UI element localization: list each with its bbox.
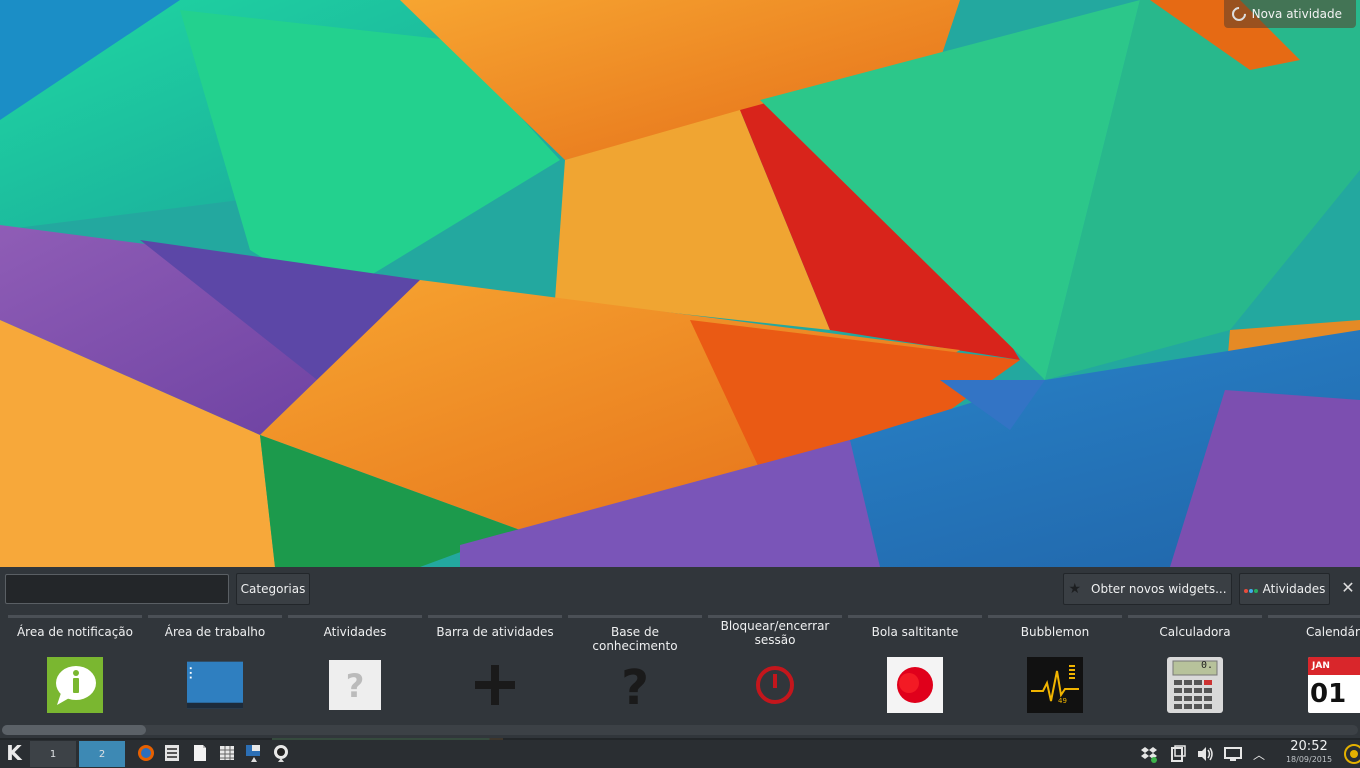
- calendar-month: JAN: [1312, 661, 1330, 671]
- get-new-widgets-button[interactable]: ★ Obter novos widgets...: [1063, 573, 1232, 605]
- archive-icon: [165, 745, 179, 761]
- activities-icon: ?: [327, 657, 383, 713]
- svg-text:?: ?: [621, 660, 649, 710]
- svg-text:?: ?: [346, 667, 365, 705]
- widget-item-activity-bar[interactable]: Barra de atividades: [428, 615, 562, 723]
- star-icon: ★: [1068, 581, 1082, 597]
- power-icon: [747, 657, 803, 713]
- widget-name: Bloquear/encerrar sessão: [720, 619, 830, 647]
- widget-name: Área de trabalho: [164, 625, 266, 639]
- activities-dots-icon: [1243, 582, 1259, 596]
- screenshot-icon: [246, 745, 260, 762]
- volume-icon[interactable]: [1196, 745, 1214, 763]
- widget-item-lock-logout[interactable]: Bloquear/encerrar sessão: [708, 615, 842, 723]
- widget-explorer: Categorias ★ Obter novos widgets... Ativ…: [0, 567, 1360, 738]
- widget-list-scrollbar[interactable]: [2, 725, 1358, 735]
- widget-list: Área de notificação Área de trabalho Ati…: [0, 615, 1360, 723]
- digital-clock[interactable]: 20:52 18/09/2015: [1278, 739, 1340, 765]
- widget-item-calendar[interactable]: Calendário JAN 01: [1268, 615, 1360, 723]
- widget-item-knowledge-base[interactable]: Base de conhecimento ?: [568, 615, 702, 723]
- chevron-up-icon[interactable]: ︿: [1252, 746, 1266, 763]
- task-screenshot-tool[interactable]: [245, 744, 263, 762]
- widget-name: Calendário: [1306, 625, 1360, 639]
- close-explorer-button[interactable]: ✕: [1339, 579, 1357, 597]
- new-activity-button[interactable]: Nova atividade: [1223, 0, 1356, 28]
- wallpaper-art: [0, 0, 1360, 567]
- desktop-number: 1: [49, 748, 57, 760]
- calendar-day: 01: [1310, 679, 1347, 709]
- widget-name: Área de notificação: [16, 625, 134, 639]
- widget-item-desktop[interactable]: Área de trabalho: [148, 615, 282, 723]
- activity-spinner-icon: [1228, 4, 1249, 24]
- firefox-icon: [138, 745, 154, 761]
- new-activity-label: Nova atividade: [1251, 7, 1342, 21]
- dropbox-icon[interactable]: [1140, 745, 1158, 763]
- question-icon: ?: [607, 657, 663, 713]
- calculator-icon: 0.: [1167, 657, 1223, 713]
- task-spreadsheet[interactable]: [218, 744, 236, 762]
- ball-icon: [887, 657, 943, 713]
- kde-logo-icon: K: [6, 741, 22, 765]
- widget-name: Barra de atividades: [436, 625, 554, 639]
- document-icon: [194, 745, 206, 761]
- cashew-icon[interactable]: [1340, 742, 1360, 766]
- task-archiver[interactable]: [163, 744, 181, 762]
- system-tray: ︿: [1140, 742, 1266, 766]
- get-widgets-label: Obter novos widgets...: [1091, 582, 1227, 596]
- pager-desktop-2[interactable]: 2: [79, 741, 125, 767]
- desktop-number: 2: [98, 748, 106, 760]
- camera-icon: [274, 745, 288, 762]
- clock-date: 18/09/2015: [1285, 755, 1333, 764]
- widget-name: Calculadora: [1159, 625, 1231, 639]
- clock-time: 20:52: [1290, 739, 1328, 754]
- desktop-icon: [187, 657, 243, 713]
- plus-icon: [467, 657, 523, 713]
- notification-icon: [47, 657, 103, 713]
- heartbeat-icon: 49: [1027, 657, 1083, 713]
- desktop-wallpaper: [0, 0, 1360, 567]
- widget-name: Bubblemon: [1020, 625, 1090, 639]
- widget-item-bouncing-ball[interactable]: Bola saltitante: [848, 615, 982, 723]
- categories-button[interactable]: Categorias: [236, 573, 310, 605]
- widget-item-notification-area[interactable]: Área de notificação: [8, 615, 142, 723]
- widget-name: Bola saltitante: [871, 625, 959, 639]
- activities-button[interactable]: Atividades: [1239, 573, 1330, 605]
- taskbar-top-border: [0, 738, 1360, 740]
- widget-name: Atividades: [323, 625, 387, 639]
- calendar-icon: JAN 01: [1308, 657, 1360, 713]
- widget-item-activities[interactable]: Atividades ?: [288, 615, 422, 723]
- task-camera[interactable]: [272, 744, 290, 762]
- widget-name: Base de conhecimento: [592, 625, 678, 653]
- device-notifier-icon[interactable]: [1168, 745, 1186, 763]
- activities-label: Atividades: [1262, 582, 1326, 596]
- widget-search-input[interactable]: [5, 574, 229, 604]
- network-icon[interactable]: [1224, 745, 1242, 763]
- application-launcher-button[interactable]: K: [2, 741, 26, 765]
- calculator-display: 0.: [1201, 660, 1214, 671]
- scrollbar-thumb[interactable]: [2, 725, 146, 735]
- task-text-editor[interactable]: [191, 744, 209, 762]
- pager-desktop-1[interactable]: 1: [30, 741, 76, 767]
- bubblemon-value: 49: [1058, 697, 1067, 705]
- categories-label: Categorias: [240, 582, 306, 596]
- taskbar: K 1 2 ︿ 20:52 18/09/2015: [0, 738, 1360, 768]
- widget-item-calculator[interactable]: Calculadora 0.: [1128, 615, 1262, 723]
- spreadsheet-icon: [220, 746, 234, 760]
- widget-item-bubblemon[interactable]: Bubblemon 49: [988, 615, 1122, 723]
- task-firefox[interactable]: [137, 744, 155, 762]
